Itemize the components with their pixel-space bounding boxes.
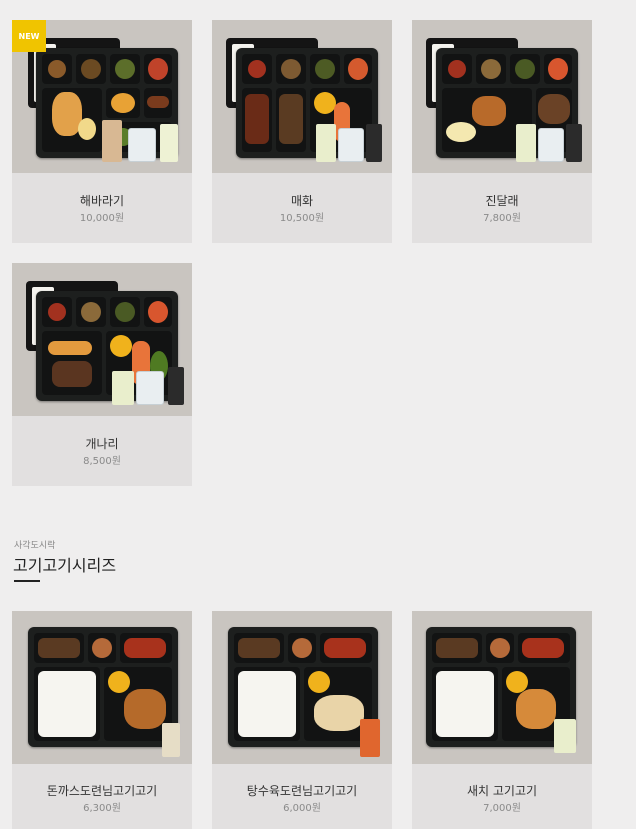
product-price: 7,800원 <box>483 213 521 224</box>
product-caption[interactable]: 탕수육도련님고기고기 6,000원 <box>212 764 392 829</box>
product-caption[interactable]: 개나리 8,500원 <box>12 416 192 486</box>
product-card-donkatsu[interactable]: 돈까스도련님고기고기 6,300원 <box>12 611 192 829</box>
product-name[interactable]: 개나리 <box>12 436 192 452</box>
product-caption[interactable]: 해바라기 10,000원 <box>12 173 192 243</box>
product-price: 7,000원 <box>483 803 521 814</box>
product-price: 6,000원 <box>283 803 321 814</box>
product-card-jindallae[interactable]: 진달래 7,800원 <box>412 20 592 243</box>
product-name[interactable]: 탕수육도련님고기고기 <box>212 783 392 799</box>
product-price: 6,300원 <box>83 803 121 814</box>
product-image[interactable] <box>12 611 192 764</box>
product-price: 8,500원 <box>83 456 121 467</box>
section-title: 고기고기시리즈 <box>13 556 117 575</box>
lunchbox-icon <box>228 627 378 747</box>
product-card-haebaragi[interactable]: NEW 해바라기 10,000원 <box>12 20 192 243</box>
product-card-tangsuyuk[interactable]: 탕수육도련님고기고기 6,000원 <box>212 611 392 829</box>
lunchbox-icon <box>28 627 178 747</box>
product-caption[interactable]: 매화 10,500원 <box>212 173 392 243</box>
product-caption[interactable]: 돈까스도련님고기고기 6,300원 <box>12 764 192 829</box>
product-price: 10,500원 <box>279 213 325 224</box>
section-divider <box>14 580 40 582</box>
product-name[interactable]: 진달래 <box>412 193 592 209</box>
product-card-gaenari[interactable]: 개나리 8,500원 <box>12 263 192 486</box>
product-caption[interactable]: 새치 고기고기 7,000원 <box>412 764 592 829</box>
product-name[interactable]: 해바라기 <box>12 193 192 209</box>
product-caption[interactable]: 진달래 7,800원 <box>412 173 592 243</box>
section-subtitle: 사각도시락 <box>14 541 56 551</box>
product-image[interactable] <box>212 20 392 173</box>
product-image[interactable] <box>212 611 392 764</box>
product-image[interactable]: NEW <box>12 20 192 173</box>
product-card-saechi[interactable]: 새치 고기고기 7,000원 <box>412 611 592 829</box>
product-name[interactable]: 돈까스도련님고기고기 <box>12 783 192 799</box>
product-image[interactable] <box>412 20 592 173</box>
product-name[interactable]: 매화 <box>212 193 392 209</box>
product-image[interactable] <box>12 263 192 416</box>
new-badge: NEW <box>12 20 46 52</box>
product-card-maehwa[interactable]: 매화 10,500원 <box>212 20 392 243</box>
product-name[interactable]: 새치 고기고기 <box>412 783 592 799</box>
product-image[interactable] <box>412 611 592 764</box>
product-price: 10,000원 <box>79 213 125 224</box>
